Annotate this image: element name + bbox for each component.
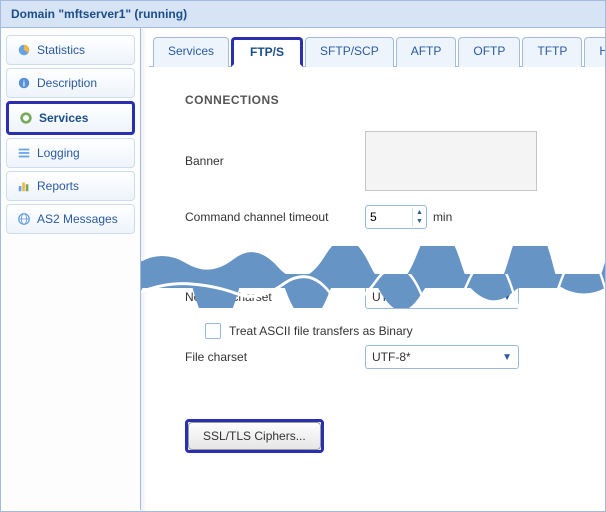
tab-bar: Services FTP/S SFTP/SCP AFTP OFTP TFTP H… bbox=[149, 36, 605, 67]
tab-services[interactable]: Services bbox=[153, 37, 229, 67]
sidebar-item-label: Statistics bbox=[37, 43, 85, 57]
file-charset-label: File charset bbox=[185, 350, 365, 364]
sidebar-item-label: Services bbox=[39, 111, 88, 125]
banner-label: Banner bbox=[185, 154, 365, 168]
banner-textarea[interactable] bbox=[365, 131, 537, 191]
gear-icon bbox=[19, 111, 33, 125]
svg-text:i: i bbox=[23, 80, 25, 89]
file-charset-select[interactable]: UTF-8* ▼ bbox=[365, 345, 519, 369]
sidebar-item-label: Reports bbox=[37, 179, 79, 193]
cmd-timeout-unit: min bbox=[433, 210, 452, 224]
tab-https[interactable]: HTTP/S bbox=[584, 37, 605, 67]
sidebar-item-logging[interactable]: Logging bbox=[6, 138, 135, 168]
window-title: Domain "mftserver1" (running) bbox=[1, 1, 605, 28]
chart-bar-icon bbox=[17, 179, 31, 193]
ascii-binary-checkbox[interactable] bbox=[205, 323, 221, 339]
cmd-timeout-spinner[interactable]: ▲ ▼ bbox=[365, 205, 427, 229]
network-charset-value: UTF-8* bbox=[372, 290, 411, 304]
sidebar-item-statistics[interactable]: Statistics bbox=[6, 35, 135, 65]
ssl-tls-ciphers-button[interactable]: SSL/TLS Ciphers... bbox=[188, 422, 321, 450]
tab-sftp-scp[interactable]: SFTP/SCP bbox=[305, 37, 394, 67]
info-icon: i bbox=[17, 76, 31, 90]
tab-oftp[interactable]: OFTP bbox=[458, 37, 520, 67]
globe-icon bbox=[17, 212, 31, 226]
list-icon bbox=[17, 146, 31, 160]
tab-ftps[interactable]: FTP/S bbox=[231, 37, 303, 67]
sidebar-item-description[interactable]: i Description bbox=[6, 68, 135, 98]
spinner-down-icon[interactable]: ▼ bbox=[413, 217, 426, 226]
sidebar-item-label: AS2 Messages bbox=[37, 212, 118, 226]
sidebar-item-as2-messages[interactable]: AS2 Messages bbox=[6, 204, 135, 234]
tab-tftp[interactable]: TFTP bbox=[522, 37, 582, 67]
chevron-down-icon: ▼ bbox=[502, 292, 512, 303]
main-panel: Services FTP/S SFTP/SCP AFTP OFTP TFTP H… bbox=[141, 28, 605, 510]
network-charset-label: Network charset bbox=[185, 290, 365, 304]
tab-aftp[interactable]: AFTP bbox=[396, 37, 457, 67]
sidebar-item-services[interactable]: Services bbox=[6, 101, 135, 135]
sidebar-item-label: Description bbox=[37, 76, 97, 90]
chevron-down-icon: ▼ bbox=[502, 352, 512, 363]
sidebar-item-reports[interactable]: Reports bbox=[6, 171, 135, 201]
ssl-ciphers-highlight: SSL/TLS Ciphers... bbox=[185, 419, 324, 453]
network-charset-select[interactable]: UTF-8* ▼ bbox=[365, 285, 519, 309]
cmd-timeout-input[interactable] bbox=[366, 208, 412, 226]
connections-heading: CONNECTIONS bbox=[185, 93, 605, 107]
cmd-timeout-label: Command channel timeout bbox=[185, 210, 365, 224]
chart-pie-icon bbox=[17, 43, 31, 57]
sidebar-item-label: Logging bbox=[37, 146, 80, 160]
spinner-up-icon[interactable]: ▲ bbox=[413, 208, 426, 217]
sidebar: Statistics i Description Services Loggin… bbox=[1, 28, 141, 510]
file-charset-value: UTF-8* bbox=[372, 350, 411, 364]
ascii-binary-label: Treat ASCII file transfers as Binary bbox=[229, 324, 413, 338]
